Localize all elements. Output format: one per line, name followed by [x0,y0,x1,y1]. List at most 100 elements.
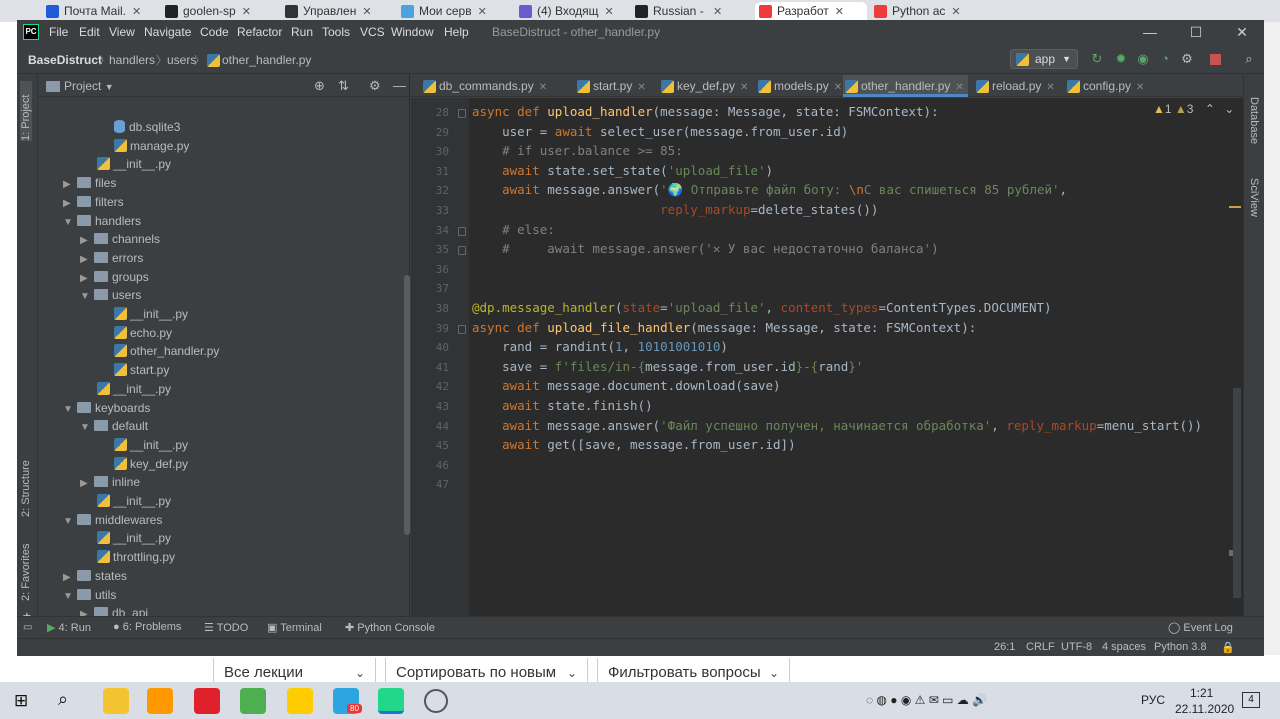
breadcrumb-users[interactable]: users [167,53,196,67]
collapse-arrow-icon[interactable]: ▶ [63,194,77,213]
windows-start-icon[interactable]: ⊞ [14,691,28,711]
language-indicator[interactable]: РУС [1141,693,1165,707]
layout-icon[interactable]: ▭ [23,622,32,633]
code-line[interactable]: async def upload_file_handler(message: M… [472,320,976,335]
notifications-icon[interactable]: 4 [1242,692,1260,708]
tree-file[interactable]: __init__.py [97,380,171,399]
code-line[interactable]: rand = randint(1, 10101001010) [472,339,728,354]
tree-folder[interactable]: ▶ files [63,174,116,193]
project-tool-tab[interactable]: 1: Project [20,81,32,141]
tree-file[interactable]: manage.py [114,137,189,156]
warning-marker[interactable] [1229,206,1241,208]
code-line[interactable]: user = await select_user(message.from_us… [472,124,848,139]
tree-file[interactable]: start.py [114,361,169,380]
coverage-icon[interactable]: ◉ [1136,52,1150,66]
close-icon[interactable]: ✕ [362,6,371,18]
gear-icon[interactable]: ⚙ [369,78,381,94]
code-editor[interactable]: 28 29 30 31 32 33 34 35 36 37 38 39 40 41 42 43 44 45 46 47… [411,98,1243,635]
code-line[interactable]: await message.answer('Файл успешно получ… [472,418,1202,433]
clock-date[interactable]: 22.11.2020 [1175,702,1234,716]
inspection-warnings[interactable]: ▲1 ▲3 ⌃ ⌄ [1153,102,1234,116]
search-icon[interactable]: ⌕ [58,689,68,710]
python-interpreter[interactable]: Python 3.8 [1154,641,1207,653]
expand-arrow-icon[interactable]: ▼ [63,213,77,232]
menu-tools[interactable]: Tools [322,25,350,39]
browser-tab[interactable]: (4) Входящ ✕ [515,2,627,22]
close-icon[interactable]: ✕ [637,82,645,93]
locate-icon[interactable]: ⊕ [314,78,325,94]
tree-folder[interactable]: ▼ handlers [63,212,141,231]
expand-arrow-icon[interactable]: ▼ [63,587,77,606]
file-explorer-icon[interactable] [103,688,129,714]
tree-folder[interactable]: ▶ groups [80,268,149,287]
close-icon[interactable]: ✕ [740,82,748,93]
editor-tab[interactable]: other_handler.py ✕ [843,75,968,97]
code-line[interactable]: reply_markup=delete_states()) [472,202,878,217]
tree-folder[interactable]: ▶ states [63,567,127,586]
browser-tab[interactable]: Russian - ✕ [631,2,743,22]
lock-icon[interactable]: 🔒 [1221,641,1235,654]
close-button[interactable]: ✕ [1219,22,1265,42]
code-line[interactable]: @dp.message_handler(state='upload_file',… [472,300,1052,315]
editor-tab[interactable]: key_def.py ✕ [659,75,752,97]
editor-tab[interactable]: config.py ✕ [1065,75,1149,97]
project-vertical-scrollbar[interactable] [404,275,410,535]
tree-file[interactable]: __init__.py [114,436,188,455]
tree-folder[interactable]: ▼ utils [63,586,116,605]
code-line[interactable]: await state.set_state('upload_file') [472,163,773,178]
close-icon[interactable]: ✕ [835,6,844,18]
yandex-icon[interactable] [287,688,313,714]
browser-tab[interactable]: Разработ ✕ [755,2,867,22]
debug-icon[interactable]: ✹ [1114,52,1128,66]
database-tool-tab[interactable]: Database [1248,97,1260,144]
menu-help[interactable]: Help [444,25,469,39]
close-icon[interactable]: ✕ [242,6,251,18]
tree-file[interactable]: key_def.py [114,455,188,474]
collapse-arrow-icon[interactable]: ▶ [80,231,94,250]
close-icon[interactable]: ✕ [605,6,614,18]
close-icon[interactable]: ✕ [713,6,722,18]
expand-arrow-icon[interactable]: ▼ [63,512,77,531]
tree-folder[interactable]: ▼ default [80,417,148,436]
breadcrumb-handlers[interactable]: handlers [109,53,155,67]
editor-tab[interactable]: db_commands.py ✕ [421,75,571,97]
browser-tab[interactable]: Мои серв ✕ [397,2,509,22]
close-icon[interactable]: ✕ [1046,82,1054,93]
chevron-up-icon[interactable]: ⌃ [1205,102,1215,116]
editor-scrollbar[interactable] [1233,388,1241,598]
code-line[interactable]: # await message.answer('✕ У вас недостат… [472,241,939,256]
editor-tab[interactable]: models.py ✕ [756,75,842,97]
project-view-selector[interactable]: Project ▼ [64,79,114,93]
close-icon[interactable]: ✕ [132,6,141,18]
tree-file[interactable]: __init__.py [97,155,171,174]
menu-view[interactable]: View [109,25,135,39]
fold-marker-icon[interactable] [458,109,466,118]
sciview-tool-tab[interactable]: SciView [1248,178,1260,217]
tree-file[interactable]: __init__.py [97,492,171,511]
cursor-position[interactable]: 26:1 [994,641,1015,653]
breadcrumb-project[interactable]: BaseDistruct [28,53,102,67]
structure-tool-tab[interactable]: 2: Structure [20,445,32,517]
menu-run[interactable]: Run [291,25,313,39]
expand-arrow-icon[interactable]: ▼ [63,400,77,419]
breadcrumb-file[interactable]: other_handler.py [222,53,311,67]
code-line[interactable]: await message.answer('🌍 Отправьте файл б… [472,182,1067,198]
menu-window[interactable]: Window [391,25,434,39]
profile-icon[interactable]: ◔ [1158,52,1172,66]
tree-folder[interactable]: ▶ errors [80,249,143,268]
editor-tab[interactable]: start.py ✕ [575,75,655,97]
fold-marker-icon[interactable] [458,246,466,256]
event-log-tool-tab[interactable]: ◯ Event Log [1168,621,1233,634]
close-icon[interactable]: ✕ [834,82,842,93]
favorites-tool-tab[interactable]: 2: Favorites [20,537,32,601]
file-encoding[interactable]: UTF-8 [1061,641,1092,653]
tree-folder[interactable]: ▶ channels [80,230,160,249]
tree-file[interactable]: __init__.py [114,305,188,324]
tree-file[interactable]: other_handler.py [114,342,219,361]
expand-arrow-icon[interactable]: ▼ [80,287,94,306]
sublime-icon[interactable] [147,688,173,714]
browser-tab[interactable]: Почта Mail. ✕ [42,2,154,22]
close-icon[interactable]: ✕ [955,82,963,93]
tree-file[interactable]: echo.py [114,324,172,343]
line-separator[interactable]: CRLF [1026,641,1055,653]
